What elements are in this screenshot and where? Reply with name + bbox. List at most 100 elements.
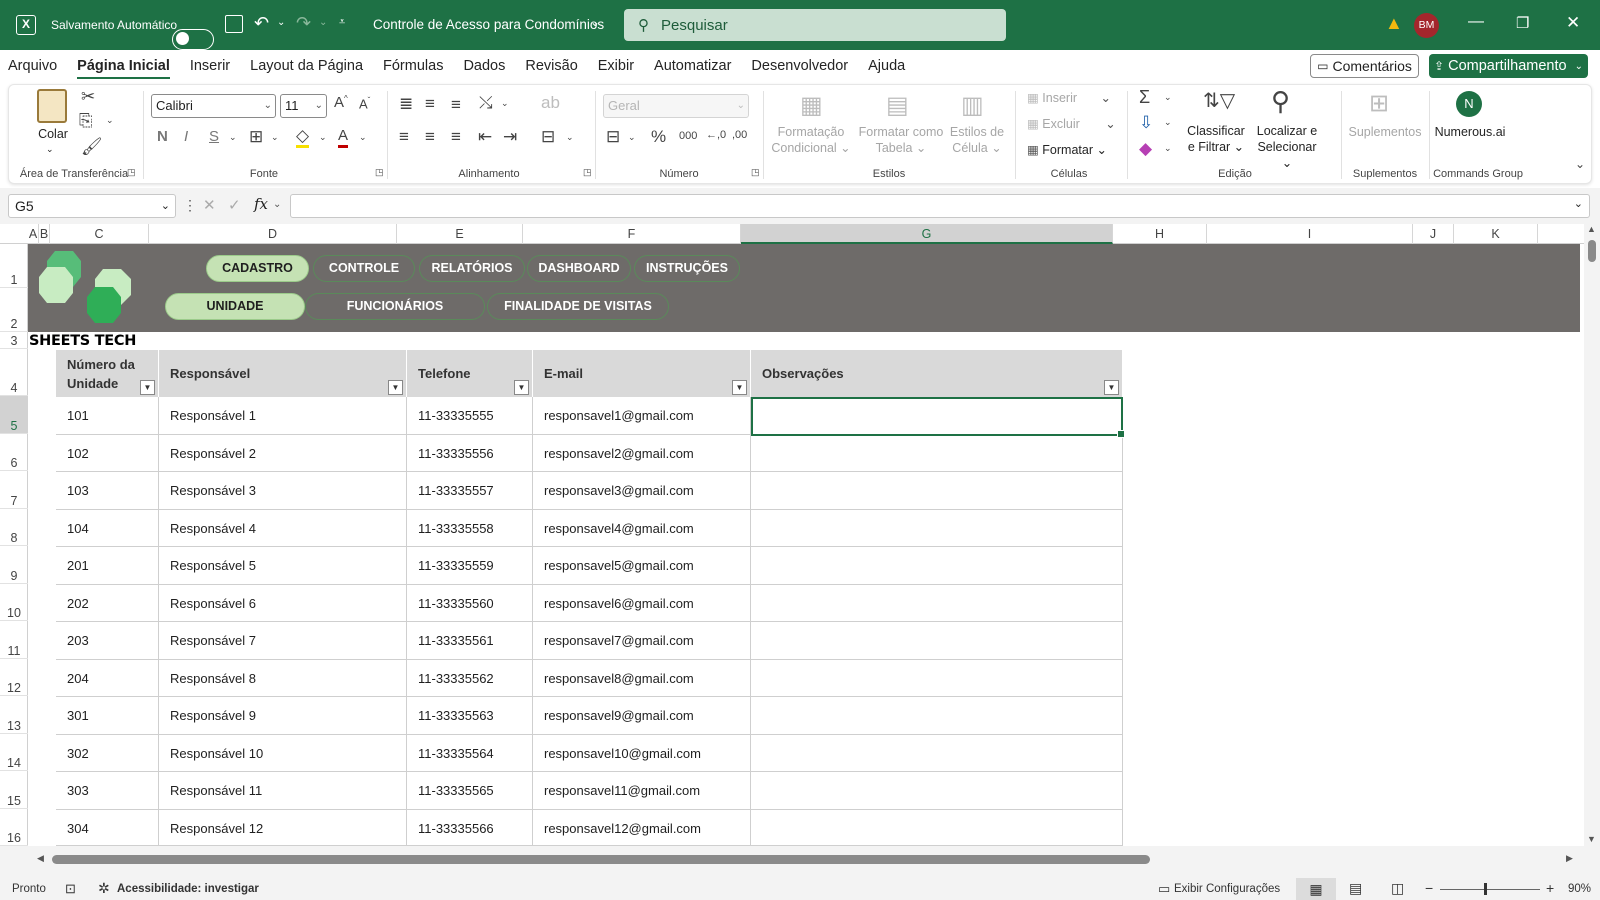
row-header-11[interactable]: 11 [0,621,28,659]
cell-phone[interactable]: 11-33335557 [407,472,533,510]
underline-icon[interactable]: S [209,128,219,145]
format-cells-button[interactable]: ▦ Formatar ⌄ [1027,142,1107,158]
formula-input[interactable]: ⌄ [290,194,1590,218]
cell-phone[interactable]: 11-33335560 [407,584,533,622]
align-bottom-icon[interactable]: ≡ [451,95,461,115]
nav-button-relatorios[interactable]: RELATÓRIOS [419,255,525,282]
macro-record-icon[interactable]: ⊡ [65,881,76,897]
cell-email[interactable]: responsavel9@gmail.com [533,697,751,735]
cell-responsible[interactable]: Responsável 3 [159,472,407,510]
cell-email[interactable]: responsavel8@gmail.com [533,659,751,697]
bold-icon[interactable]: N [157,128,168,145]
orientation-dropdown-icon[interactable]: ⌄ [501,98,509,109]
align-top-icon[interactable]: ≣ [399,94,413,114]
cell-phone[interactable]: 11-33335555 [407,397,533,435]
conditional-format-button[interactable]: Formatação Condicional ⌄ [771,124,851,156]
delete-cells-button[interactable]: ▦ Excluir ⌄ [1027,116,1116,132]
row-header-12[interactable]: 12 [0,659,28,696]
insert-cells-button[interactable]: ▦ Inserir ⌄ [1027,90,1111,106]
merge-center-icon[interactable]: ⊟ [541,127,555,147]
row-header-1[interactable]: 1 [0,244,28,288]
vertical-scrollbar[interactable]: ▲ ▼ [1584,224,1600,846]
zoom-in-icon[interactable]: + [1546,880,1554,896]
decrease-indent-icon[interactable]: ⇤ [478,127,492,147]
nav-button-cadastro[interactable]: CADASTRO [206,255,309,282]
cell-phone[interactable]: 11-33335558 [407,509,533,547]
cell-email[interactable]: responsavel12@gmail.com [533,809,751,846]
fill-icon[interactable]: ⇩ [1139,113,1153,133]
cell-notes[interactable] [751,622,1123,660]
cell-notes[interactable] [751,472,1123,510]
cell-responsible[interactable]: Responsável 2 [159,434,407,472]
insert-function-icon[interactable]: fx [254,195,268,213]
fx-dropdown-icon[interactable]: ⌄ [273,199,281,210]
filter-dropdown-icon[interactable]: ▼ [732,380,747,395]
cell-responsible[interactable]: Responsável 4 [159,509,407,547]
sort-filter-button[interactable]: Classificar e Filtrar ⌄ [1184,123,1248,155]
font-size-select[interactable]: 11 ⌄ [280,94,327,118]
cell-email[interactable]: responsavel7@gmail.com [533,622,751,660]
cell-notes[interactable] [751,734,1123,772]
orientation-icon[interactable]: ⤯ [479,93,493,113]
cell-responsible[interactable]: Responsável 11 [159,772,407,810]
find-select-button[interactable]: Localizar e Selecionar ⌄ [1251,123,1323,171]
cell-styles-icon[interactable]: ▥ [961,91,984,120]
font-color-dropdown-icon[interactable]: ⌄ [359,132,367,143]
cell-responsible[interactable]: Responsável 7 [159,622,407,660]
tab-automatizar[interactable]: Automatizar [644,50,741,82]
font-color-icon[interactable]: A [338,127,349,148]
active-cell-selection[interactable] [751,397,1125,438]
fill-color-icon[interactable]: ◇ [296,127,310,148]
tab-inserir[interactable]: Inserir [180,50,240,82]
format-table-icon[interactable]: ▤ [886,91,909,120]
cell-phone[interactable]: 11-33335563 [407,697,533,735]
column-header-g[interactable]: G [741,224,1113,244]
cell-email[interactable]: responsavel6@gmail.com [533,584,751,622]
column-header-a[interactable]: A [28,224,39,244]
cell-unit-number[interactable]: 303 [56,772,159,810]
tab-revisao[interactable]: Revisão [515,50,587,82]
scroll-left-icon[interactable]: ◀ [37,853,44,864]
row-header-3[interactable]: 3 [0,332,28,349]
row-header-9[interactable]: 9 [0,546,28,584]
tab-arquivo[interactable]: Arquivo [0,50,67,82]
autosave-toggle[interactable] [172,28,214,50]
cell-unit-number[interactable]: 103 [56,472,159,510]
page-layout-view-icon[interactable]: ▤ [1349,880,1362,897]
filter-dropdown-icon[interactable]: ▼ [388,380,403,395]
paste-button[interactable]: Colar [31,126,75,142]
clear-icon[interactable]: ◆ [1139,139,1152,159]
cell-notes[interactable] [751,509,1123,547]
redo-icon[interactable]: ↷ [296,13,311,34]
column-header-f[interactable]: F [523,224,741,244]
search-box[interactable]: ⚲ Pesquisar [624,9,1006,41]
tab-layout-da-pagina[interactable]: Layout da Página [240,50,373,82]
cell-unit-number[interactable]: 104 [56,509,159,547]
scroll-right-icon[interactable]: ▶ [1566,853,1573,864]
zoom-slider-thumb[interactable] [1484,883,1487,895]
align-right-icon[interactable]: ≡ [451,127,461,147]
normal-view-button[interactable]: ▦ [1296,878,1336,900]
accessibility-icon[interactable]: ✲ [98,880,110,897]
cell-unit-number[interactable]: 301 [56,697,159,735]
redo-dropdown-icon[interactable]: ⌄ [319,17,327,28]
row-header-6[interactable]: 6 [0,434,28,471]
cell-responsible[interactable]: Responsável 9 [159,697,407,735]
font-launcher-icon[interactable]: ◳ [375,167,384,178]
clipboard-launcher-icon[interactable]: ◳ [127,167,136,178]
numerous-logo-icon[interactable]: N [1456,91,1482,117]
cancel-entry-icon[interactable]: ✕ [203,196,216,214]
align-center-icon[interactable]: ≡ [425,127,435,147]
title-dropdown-icon[interactable]: ⌄ [590,15,600,29]
restore-icon[interactable]: ❐ [1516,14,1529,32]
vertical-scroll-thumb[interactable] [1588,240,1596,262]
borders-dropdown-icon[interactable]: ⌄ [271,132,279,143]
customize-toolbar-icon[interactable]: ⩡ [339,16,345,29]
wrap-text-icon[interactable]: ab [541,93,560,113]
comments-button[interactable]: ▭ Comentários [1310,54,1419,78]
zoom-slider-track[interactable] [1440,889,1540,890]
borders-icon[interactable]: ⊞ [249,127,263,147]
cell-notes[interactable] [751,697,1123,735]
page-break-view-icon[interactable]: ◫ [1391,880,1404,897]
cell-unit-number[interactable]: 101 [56,397,159,435]
